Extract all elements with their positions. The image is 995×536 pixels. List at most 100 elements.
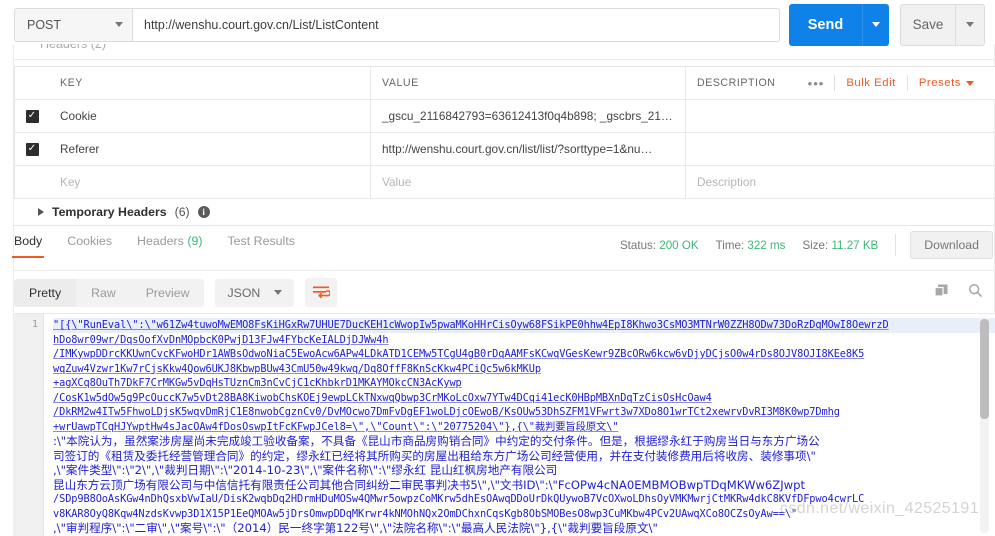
temporary-headers-label: Temporary Headers	[52, 204, 167, 219]
code-line: ,\"案件类型\":\"2\",\"裁判日期\":\"2014-10-23\",…	[53, 463, 558, 477]
headers-table: KEY VALUE DESCRIPTION ••• Bulk Edit Pres…	[14, 66, 995, 199]
download-button[interactable]: Download	[910, 231, 993, 259]
response-body-toolbar: Pretty Raw Preview JSON	[14, 270, 995, 314]
checkbox-checked-icon[interactable]	[25, 109, 39, 123]
response-meta: Status: 200 OK Time: 322 ms Size: 11.27 …	[620, 231, 995, 259]
search-button[interactable]	[968, 283, 983, 303]
header-value-cell[interactable]: http://wenshu.court.gov.cn/list/list/?so…	[371, 133, 686, 165]
response-body-viewer[interactable]: 1 "[{\"RunEval\":\"w61Zw4tuwoMwEMO8FsKiH…	[14, 313, 995, 536]
temporary-headers-accordion[interactable]: Temporary Headers (6) i	[14, 198, 995, 226]
code-line: :\"本院认为，虽然案涉房屋尚未完成竣工验收备案，不具备《昆山市商品房购销合同》…	[53, 434, 820, 448]
checkbox-checked-icon[interactable]	[25, 142, 39, 156]
size-label: Size:	[802, 238, 829, 252]
http-method-label: POST	[27, 17, 62, 32]
tab-headers-label: Headers	[137, 234, 184, 248]
response-format-label: JSON	[227, 285, 261, 300]
response-toolbar-right	[934, 283, 995, 303]
code-line: +wrUawpTCqHJYwptHw4sJacOAw4fDosOswpItFcK…	[53, 420, 619, 433]
new-header-value-input[interactable]: Value	[371, 166, 686, 198]
send-options-button[interactable]	[862, 3, 889, 46]
header-description-cell[interactable]	[686, 100, 995, 132]
http-method-select[interactable]: POST	[14, 7, 132, 42]
time-label: Time:	[715, 238, 745, 252]
presets-button[interactable]: Presets	[908, 77, 978, 89]
header-checkbox-column	[15, 67, 49, 99]
code-line: /DkRM2w4ITw5FhwoLDjsK5wqvDmRjC1E8nwobCgz…	[53, 406, 840, 418]
header-description-cell[interactable]	[686, 133, 995, 165]
send-button-group: Send	[789, 3, 889, 46]
request-tabs-strip: Headers (2)	[14, 44, 995, 60]
table-row-empty: Key Value Description	[15, 166, 995, 199]
header-value-cell[interactable]: _gscu_2116842793=63612413f0q4b898; _gscb…	[371, 100, 686, 132]
line-number: 1	[31, 319, 38, 330]
code-line: v8KAR8OyQ8Kqw4NzdsKvwp3D1X15P1EeQMOAw5jD…	[53, 507, 798, 520]
status-value: 200 OK	[659, 238, 699, 252]
tab-headers[interactable]: Headers (9)	[137, 233, 202, 258]
time-badge: Time: 322 ms	[716, 239, 786, 252]
presets-label: Presets	[918, 77, 961, 89]
tab-headers-clipped[interactable]: Headers (2)	[40, 44, 106, 51]
divider	[895, 234, 897, 256]
code-line: /SDp9B8OoAsKGw4nDhQsxbVwIaU/DisK2wqbDq2H…	[53, 493, 865, 505]
word-wrap-toggle[interactable]	[305, 278, 338, 307]
search-icon	[969, 283, 983, 297]
new-header-description-input[interactable]: Description	[686, 166, 995, 198]
code-line: /CosK1w5dOw5g9PcOuccK7w5vDt28BA8KiwobChs…	[53, 391, 712, 404]
chevron-down-icon	[115, 22, 123, 27]
tab-body[interactable]: Body	[11, 233, 45, 258]
status-label: Status:	[619, 238, 657, 252]
row-enabled-checkbox[interactable]	[15, 133, 49, 165]
row-enabled-checkbox-empty[interactable]	[15, 166, 49, 198]
column-header-description: DESCRIPTION ••• Bulk Edit Presets	[686, 67, 995, 99]
tab-cookies-label: Cookies	[67, 234, 113, 248]
chevron-right-icon	[38, 207, 44, 216]
row-enabled-checkbox[interactable]	[15, 100, 49, 132]
chevron-down-icon	[966, 22, 974, 27]
word-wrap-icon	[312, 286, 330, 299]
view-mode-pretty[interactable]: Pretty	[14, 278, 77, 307]
send-button[interactable]: Send	[789, 3, 862, 46]
tab-test-results[interactable]: Test Results	[227, 233, 294, 258]
code-line: 司签订的《租赁及委托经营管理合同》的约定，缪永红已经将其所购买的房屋出租给东方广…	[53, 448, 816, 463]
code-line: "[{\"RunEval\":\"w61Zw4tuwoMwEMO8FsKiHGx…	[53, 318, 995, 333]
time-value: 322 ms	[747, 238, 786, 252]
headers-table-header-row: KEY VALUE DESCRIPTION ••• Bulk Edit Pres…	[15, 67, 995, 100]
postman-window: POST Send Save Headers (2) KEY VALUE	[0, 0, 995, 536]
save-button[interactable]: Save	[900, 3, 955, 46]
chevron-down-icon	[274, 290, 283, 295]
chevron-down-icon	[966, 80, 974, 86]
request-url-input[interactable]	[132, 7, 780, 42]
response-format-select[interactable]: JSON	[215, 278, 295, 307]
more-options-icon[interactable]: •••	[798, 76, 835, 91]
size-badge: Size: 11.27 KB	[802, 239, 878, 252]
code-line: wqZuw4Vzwr1Kw7rCjsKkw4Qow6UKJ8KbwpBUw43C…	[53, 362, 541, 375]
code-line: 昆山东方云顶广场有限公司与中信信托有限责任公司其他合同纠纷二审民事判决书5\",…	[53, 477, 806, 492]
header-key-cell[interactable]: Referer	[49, 133, 371, 165]
header-key-cell[interactable]: Cookie	[49, 100, 371, 132]
code-line: +agXCq8OuTh7DkF7CrMKGw5vDqHsTUznCm3nCvCj…	[53, 377, 462, 389]
save-options-button[interactable]	[955, 3, 985, 46]
temporary-headers-count: (6)	[174, 204, 190, 219]
response-tabs-bar: Body Cookies Headers (9) Test Results St…	[11, 231, 995, 266]
chevron-down-icon	[872, 22, 880, 27]
column-header-key: KEY	[49, 67, 371, 99]
size-value: 11.27 KB	[831, 238, 879, 252]
vertical-scrollbar-thumb[interactable]	[980, 319, 989, 419]
save-button-group: Save	[900, 3, 985, 46]
tab-cookies[interactable]: Cookies	[67, 233, 112, 258]
column-header-value: VALUE	[371, 67, 686, 99]
tab-test-results-label: Test Results	[227, 234, 295, 248]
table-row: Referer http://wenshu.court.gov.cn/list/…	[15, 133, 995, 166]
new-header-key-input[interactable]: Key	[49, 166, 371, 198]
info-icon[interactable]: i	[197, 205, 210, 218]
response-body-text[interactable]: "[{\"RunEval\":\"w61Zw4tuwoMwEMO8FsKiHGx…	[44, 314, 995, 536]
code-line: /IMKywpDDrcKKUwnCvcKFwoHDr1AWBsOdwoNiaC5…	[53, 348, 865, 360]
view-mode-segmented-control: Pretty Raw Preview	[14, 278, 205, 307]
view-mode-raw[interactable]: Raw	[76, 279, 131, 307]
status-badge: Status: 200 OK	[620, 239, 699, 252]
code-line: ,\"审判程序\":\"二审\",\"案号\":\"（2014）民一终字第122…	[53, 521, 658, 535]
view-mode-preview[interactable]: Preview	[131, 279, 205, 307]
bulk-edit-button[interactable]: Bulk Edit	[835, 77, 907, 89]
copy-button[interactable]	[934, 283, 949, 303]
column-header-description-label: DESCRIPTION	[697, 77, 776, 89]
